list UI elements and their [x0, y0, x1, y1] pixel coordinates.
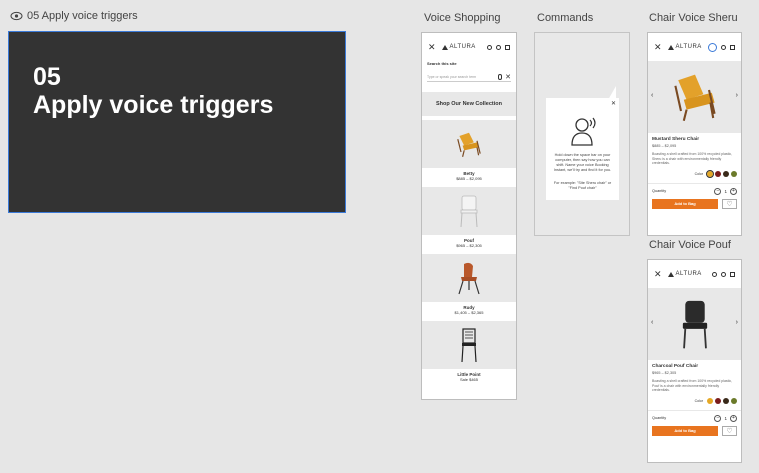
- title-card[interactable]: [8, 31, 346, 213]
- quantity-decrease-button[interactable]: −: [714, 187, 722, 195]
- eye-icon[interactable]: [10, 11, 23, 21]
- quantity-label: Quantity: [652, 189, 667, 193]
- title-card-heading: Apply voice triggers: [33, 91, 274, 119]
- microphone-icon[interactable]: [498, 73, 503, 80]
- voice-help-modal: ✕ Hold down the space bar on your comput…: [546, 86, 619, 200]
- wishlist-heart-icon[interactable]: ♡: [722, 198, 737, 209]
- wishlist-heart-icon[interactable]: ♡: [722, 425, 737, 436]
- chair-image: [457, 132, 481, 157]
- product-image-pouf[interactable]: [422, 187, 516, 235]
- product-price: Sale $465: [459, 377, 478, 382]
- product-price: $965 – $2,305: [652, 371, 677, 375]
- quantity-increase-button[interactable]: +: [730, 187, 737, 195]
- product-price: $885 – $2,095: [456, 176, 482, 181]
- bag-icon[interactable]: [505, 44, 510, 50]
- product-image-rudy[interactable]: [422, 254, 516, 302]
- color-swatch-red[interactable]: [715, 170, 721, 177]
- top-bar: ✕ ALTURA: [648, 260, 741, 288]
- top-bar: ✕ ALTURA: [422, 33, 516, 61]
- section-title: 05 Apply voice triggers: [27, 10, 138, 22]
- brand-logo[interactable]: ALTURA: [667, 271, 702, 277]
- search-input[interactable]: Type or speak your search term: [427, 75, 495, 79]
- chair-image: [682, 300, 707, 349]
- chair-image: [460, 195, 478, 228]
- close-icon[interactable]: ✕: [428, 42, 436, 53]
- quantity-value: 1: [724, 415, 727, 421]
- artboard-chair-sheru[interactable]: ✕ ALTURA ‹ › Mustard Sheru Chair $885 – …: [647, 32, 742, 236]
- product-price: $1,405 – $2,365: [454, 310, 484, 315]
- artboard-chair-pouf[interactable]: ✕ ALTURA ‹ › Charcoal Pouf Chair $965 – …: [647, 259, 742, 463]
- search-icon[interactable]: [712, 271, 717, 277]
- artboard-label-commands[interactable]: Commands: [537, 12, 593, 24]
- artboard-commands[interactable]: ✕ Hold down the space bar on your comput…: [534, 32, 630, 236]
- product-description: Boasting a shell crafted from 100% recyc…: [652, 152, 733, 165]
- quantity-increase-button[interactable]: +: [730, 414, 737, 422]
- search-icon[interactable]: [487, 44, 492, 50]
- color-swatch-mustard[interactable]: [706, 169, 714, 178]
- product-title: Charcoal Pouf Chair: [652, 364, 699, 369]
- color-swatch-olive[interactable]: [731, 170, 737, 177]
- account-icon[interactable]: [721, 44, 726, 50]
- quantity-label: Quantity: [652, 416, 667, 420]
- artboard-label-chair-pouf[interactable]: Chair Voice Pouf: [649, 239, 731, 251]
- title-card-number: 05: [33, 63, 61, 91]
- voice-help-example: For example: "Site Sheru chair" or "Find…: [553, 181, 612, 190]
- add-to-bag-button[interactable]: Add to Bag: [652, 198, 718, 209]
- color-swatch-mustard[interactable]: [707, 397, 713, 404]
- product-image-little-point[interactable]: [422, 321, 516, 369]
- voice-help-text: Hold down the space bar on your computer…: [553, 153, 612, 172]
- chair-image: [461, 328, 477, 363]
- account-icon[interactable]: [496, 44, 501, 50]
- account-icon[interactable]: [721, 271, 726, 277]
- color-swatch-red[interactable]: [715, 397, 721, 404]
- brand-logo[interactable]: ALTURA: [441, 44, 476, 50]
- chevron-left-icon[interactable]: ‹: [651, 92, 653, 99]
- top-bar: ✕ ALTURA: [648, 33, 741, 61]
- color-label: Color: [694, 398, 703, 403]
- voice-search-icon[interactable]: [708, 42, 717, 52]
- quantity-decrease-button[interactable]: −: [714, 414, 722, 422]
- product-price: $885 – $2,095: [652, 144, 677, 148]
- chevron-right-icon[interactable]: ›: [736, 92, 738, 99]
- chevron-right-icon[interactable]: ›: [736, 319, 738, 326]
- artboard-voice-shopping[interactable]: ✕ ALTURA Search this site Type or speak …: [421, 32, 517, 400]
- product-title: Mustard Sheru Chair: [652, 137, 700, 142]
- collection-title: Shop Our New Collection: [435, 101, 502, 107]
- product-gallery[interactable]: ‹ ›: [648, 61, 741, 133]
- color-swatch-olive[interactable]: [731, 397, 737, 404]
- color-label: Color: [694, 171, 703, 176]
- brand-logo[interactable]: ALTURA: [667, 44, 702, 50]
- add-to-bag-button[interactable]: Add to Bag: [652, 425, 718, 436]
- product-description: Boasting a shell crafted from 100% recyc…: [652, 379, 733, 392]
- bag-icon[interactable]: [730, 44, 735, 50]
- chevron-left-icon[interactable]: ‹: [651, 319, 653, 326]
- close-icon[interactable]: ✕: [611, 100, 616, 107]
- product-price: $965 – $2,305: [456, 243, 482, 248]
- voice-user-icon: [571, 117, 596, 146]
- chair-image: [458, 262, 480, 295]
- clear-icon[interactable]: ✕: [505, 73, 511, 81]
- quantity-value: 1: [724, 188, 727, 194]
- speech-bubble-tail: [608, 86, 616, 100]
- product-gallery[interactable]: ‹ ›: [648, 288, 741, 360]
- color-swatch-brown[interactable]: [723, 170, 729, 177]
- chair-image: [673, 74, 716, 122]
- close-icon[interactable]: ✕: [654, 42, 662, 53]
- artboard-label-voice-shopping[interactable]: Voice Shopping: [424, 12, 500, 24]
- section-header: 05 Apply voice triggers: [10, 10, 138, 22]
- search-label: Search this site: [427, 61, 457, 66]
- product-image-betty[interactable]: [422, 120, 516, 168]
- artboard-label-chair-sheru[interactable]: Chair Voice Sheru: [649, 12, 738, 24]
- close-icon[interactable]: ✕: [654, 269, 662, 280]
- bag-icon[interactable]: [730, 271, 735, 277]
- color-swatch-brown[interactable]: [723, 397, 729, 404]
